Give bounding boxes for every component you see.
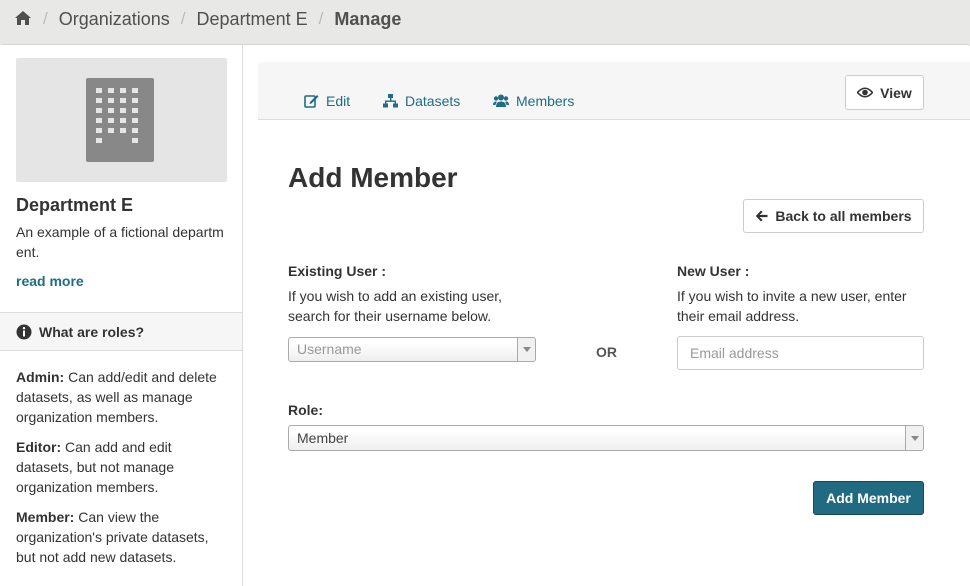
email-field[interactable] <box>677 336 924 370</box>
chevron-down-icon[interactable] <box>905 426 923 450</box>
back-to-members-button[interactable]: Back to all members <box>743 199 924 233</box>
organization-name: Department E <box>16 195 134 215</box>
new-user-help: If you wish to invite a new user, enter … <box>677 286 907 326</box>
username-select[interactable]: Username <box>288 337 536 362</box>
role-name: Editor: <box>16 439 62 455</box>
main-panel: Edit Datasets Members View Add Member Ba… <box>258 62 970 586</box>
breadcrumb: / Organizations / Department E / Manage <box>14 8 401 30</box>
breadcrumb-separator: / <box>43 9 48 28</box>
breadcrumb-separator: / <box>180 9 186 28</box>
organization-image <box>16 58 227 182</box>
tab-label: Datasets <box>405 93 461 109</box>
sidebar: Department E An example of a fictional d… <box>0 45 243 586</box>
arrow-left-icon <box>756 210 768 222</box>
chevron-down-icon[interactable] <box>517 338 535 361</box>
home-icon[interactable] <box>14 10 32 26</box>
tab-members[interactable]: Members <box>493 91 574 111</box>
help-line: search for their username below. <box>288 308 492 324</box>
info-icon <box>16 324 32 339</box>
existing-user-label: Existing User : <box>288 263 387 279</box>
tab-edit[interactable]: Edit <box>304 91 350 111</box>
tabs-bar: Edit Datasets Members View <box>258 62 970 120</box>
page-wrapper: Department E An example of a fictional d… <box>0 44 970 586</box>
role-select[interactable]: Member <box>288 425 924 451</box>
tab-label: Edit <box>326 93 351 109</box>
help-line: If you wish to add an existing user, <box>288 288 503 304</box>
role-editor: Editor: Can add and edit datasets, but n… <box>16 437 231 497</box>
breadcrumb-current: Manage <box>334 8 402 29</box>
role-label: Role: <box>288 402 323 418</box>
sitemap-icon <box>383 94 398 108</box>
breadcrumb-separator: / <box>318 9 324 28</box>
breadcrumb-department[interactable]: Department E <box>197 9 308 30</box>
tab-label: Members <box>516 93 575 109</box>
eye-icon <box>857 87 874 98</box>
add-member-button[interactable]: Add Member <box>813 481 924 515</box>
edit-icon <box>304 95 319 108</box>
read-more-link[interactable]: read more <box>16 273 84 289</box>
tab-datasets[interactable]: Datasets <box>383 91 460 111</box>
roles-header: What are roles? <box>0 312 242 351</box>
users-icon <box>493 94 509 107</box>
role-selected-value: Member <box>297 430 349 446</box>
breadcrumb-organizations[interactable]: Organizations <box>59 9 170 30</box>
or-separator: OR <box>596 344 617 360</box>
organization-description: An example of a fictional department. <box>16 224 224 260</box>
role-member: Member: Can view the organization's priv… <box>16 507 231 567</box>
building-icon <box>86 78 154 162</box>
new-user-label: New User : <box>677 263 750 279</box>
role-name: Member: <box>16 509 75 525</box>
role-name: Admin: <box>16 369 65 385</box>
username-placeholder: Username <box>297 341 362 357</box>
role-admin: Admin: Can add/edit and delete datasets,… <box>16 367 231 427</box>
help-line: If you wish to invite a new user, enter <box>677 288 907 304</box>
view-button-label: View <box>880 84 912 101</box>
existing-user-help: If you wish to add an existing user, sea… <box>288 286 502 326</box>
back-button-label: Back to all members <box>775 208 912 224</box>
breadcrumb-bar: / Organizations / Department E / Manage <box>0 0 970 44</box>
view-button[interactable]: View <box>845 75 924 110</box>
help-line: their email address. <box>677 308 800 324</box>
roles-header-label: What are roles? <box>39 323 145 340</box>
page-title: Add Member <box>288 162 458 193</box>
